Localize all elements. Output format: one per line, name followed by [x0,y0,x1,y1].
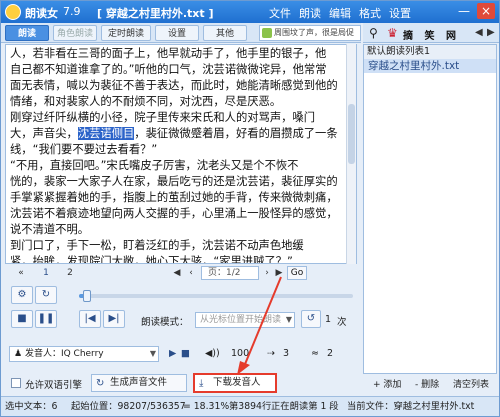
prev-page-icon[interactable]: ◀ [171,266,183,280]
menu-read[interactable]: 朗读 [299,5,321,21]
text-line: 面无表情，喊以为裴征不善于表达，而此时，她能清晰感觉到他的 [10,79,338,92]
repeat-unit: 次 [337,317,347,328]
next-arrow-icon[interactable]: ▶ [487,27,495,38]
text-editor[interactable]: 人，若非看在三哥的面子上，他早就动手了，他手里的银子，他 自己都不知道谁拿了的。… [5,44,357,264]
menu-settings[interactable]: 设置 [389,5,411,21]
text-line: 人，若非看在三哥的面子上，他早就动手了，他手里的银子，他 [10,47,327,60]
text-line: 手掌紧紧握着她的手，指腹上的茧刮过她的手背，传来微微刺痛， [10,191,338,204]
stop-icon[interactable]: ■ [11,310,33,328]
selected-text: 沈芸诺侧目 [77,127,135,140]
tab-role-read[interactable]: 角色朗读 [53,25,97,41]
playlist-header[interactable]: 默认朗读列表1 [364,45,496,59]
text-line: 紧，抬眸，发现院门大敞，她心下大骇，“家里进贼了？” [10,255,293,264]
window-title: [ 穿越之村里村外.txt ] [97,7,214,20]
tab-other[interactable]: 其他 [203,25,247,41]
status-bar: 选中文本：6 起始位置：98207 /536357 = 18.31% 第3894… [1,396,499,416]
bag-icon[interactable]: ♛ [387,26,398,40]
title-bar: 朗读女 7.9 [ 穿越之村里村外.txt ] 文件 朗读 编辑 格式 设置 —… [1,1,499,23]
first-page-button[interactable]: « [15,266,27,280]
clear-list-button[interactable]: 清空列表 [453,376,489,394]
current-line: 第3894行 [229,401,272,412]
text-after-highlight: ，裴征微微蹙着眉，好看的眉攒成了一条 [134,127,338,140]
search-icon[interactable]: ⚲ [369,26,378,40]
refresh-icon: ↻ [96,378,105,389]
bilingual-checkbox[interactable] [11,378,21,388]
minimize-button[interactable]: — [455,3,473,19]
pause-icon[interactable]: ❚❚ [35,310,57,328]
playlist-item[interactable]: 穿越之村里村外.txt [364,59,496,73]
app-logo-icon [5,4,21,20]
right-toolbar: ⚲ ♛ 摘 笑 网 ◀ ▶ [363,23,499,43]
tab-read[interactable]: 朗读 [5,25,49,41]
generate-audio-label: 生成声音文件 [110,377,168,388]
download-icon: ⤓ [199,378,204,389]
settings-icon[interactable]: ⚙ [11,286,33,304]
text-before-highlight: 大，声音尖， [10,127,78,140]
refresh-icon[interactable]: ↻ [35,286,57,304]
progress-slider[interactable] [79,290,353,302]
user-icon: ♟ [14,349,25,359]
text-line: “不用，直接回吧。”宋氏嘴皮子厉害，沈老头又是个不恢不 [10,159,299,172]
speaker-select[interactable]: ♟ 发音人：IQ Cherry ▼ [9,346,159,362]
app-version: 7.9 [63,5,81,18]
menu-format[interactable]: 格式 [359,5,381,21]
mode-label: 朗读模式： [141,317,189,328]
quick-text-value: 周围坟了声，很是局促 [274,28,354,37]
text-line: 沈芸诺不着痕迹地望向两人交握的手，心里涌上一股怪异的感觉， [10,207,338,220]
annotation-arrow [237,276,282,375]
text-line-highlighted: 大，声音尖，沈芸诺侧目，裴征微微蹙着眉，好看的眉攒成了一条 [10,126,338,142]
text-line: 恍的，裴家一大家子人在家，最后吃亏的还是沈芸诺，裴征厚实的 [10,175,338,188]
text-line: 到门口了，手下一松，盯着泛红的手，沈芸诺不动声色地缓 [10,239,304,252]
text-line: 线，“我们要不要过去看看？” [10,143,158,156]
tab-timed-read[interactable]: 定时朗读 [101,25,151,41]
back-page-icon[interactable]: ‹ [185,266,197,280]
total-length: /536357 [147,401,186,412]
menu-edit[interactable]: 编辑 [329,5,351,21]
app-name: 朗读女 [25,7,58,20]
text-line: 自己都不知道谁拿了的。”听他的口气，沈芸诺微微诧异，他常常 [10,63,327,76]
next-sentence-icon[interactable]: ▶| [103,310,125,328]
excerpt-label[interactable]: 摘 笑 网 [403,27,460,42]
speaker-value: 发音人：IQ Cherry [24,349,104,359]
add-button[interactable]: + 添加 [373,376,401,394]
vertical-scrollbar[interactable] [346,44,356,264]
play-icon[interactable]: ▶ [169,348,176,359]
main-window: 朗读女 7.9 [ 穿越之村里村外.txt ] 文件 朗读 编辑 格式 设置 —… [0,0,500,417]
playlist-footer: + 添加 - 删除 清空列表 [363,376,497,394]
repeat-count[interactable]: 1 [325,314,331,325]
close-button[interactable]: × [477,3,495,19]
volume-icon[interactable]: ◀)) [205,348,220,359]
prev-arrow-icon[interactable]: ◀ [475,27,483,38]
tab-settings[interactable]: 设置 [155,25,199,41]
reading-status: 正在朗读第 1 段 [271,401,339,412]
pitch-value[interactable]: 2 [327,348,333,359]
bilingual-label: 允许双语引擎 [25,380,83,391]
text-line: 情绪，和对裴家人的不耐烦不同，对沈西，尽是厌恶。 [10,95,282,108]
text-line: 刚穿过纤阡纵横的小径，院子里传来宋氏和人的对骂声，嗓门 [10,111,316,124]
progress-knob[interactable] [83,290,91,302]
progress-percent: = 18.31% [183,401,230,412]
chevron-down-icon: ▼ [149,349,156,358]
menu-file[interactable]: 文件 [269,5,291,21]
prev-sentence-icon[interactable]: |◀ [79,310,101,328]
pitch-icon[interactable]: ≈ [311,348,319,359]
pager: « 1 2 ◀ ‹ 页：1/2 › ▶ Go [5,265,357,281]
current-file: 当前文件：穿越之村里村外.txt [347,401,475,412]
mode-toolbar: 朗读 角色朗读 定时朗读 设置 其他 周围坟了声，很是局促 [1,23,361,43]
leaf-icon [262,28,272,38]
page-2-button[interactable]: 2 [63,266,77,280]
page-1-button[interactable]: 1 [39,266,53,280]
quick-text-input[interactable]: 周围坟了声，很是局促 [259,25,361,41]
playlist-panel: 默认朗读列表1 穿越之村里村外.txt [363,44,497,374]
remove-button[interactable]: - 删除 [415,376,439,394]
start-position: 起始位置：98207 [71,401,148,412]
scroll-thumb[interactable] [348,104,355,164]
control-panel: ⚙ ↻ ■ ❚❚ |◀ ▶| 朗读模式： 从光标位置开始朗读 ▼ ↺ 1 次 ♟ … [5,282,357,394]
stop-small-icon[interactable]: ■ [181,348,190,359]
repeat-icon[interactable]: ↺ [301,310,321,328]
generate-audio-button[interactable]: ↻ 生成声音文件 [91,374,187,392]
text-line: 说不清道不明。 [10,223,90,236]
selected-count: 选中文本：6 [5,401,58,412]
